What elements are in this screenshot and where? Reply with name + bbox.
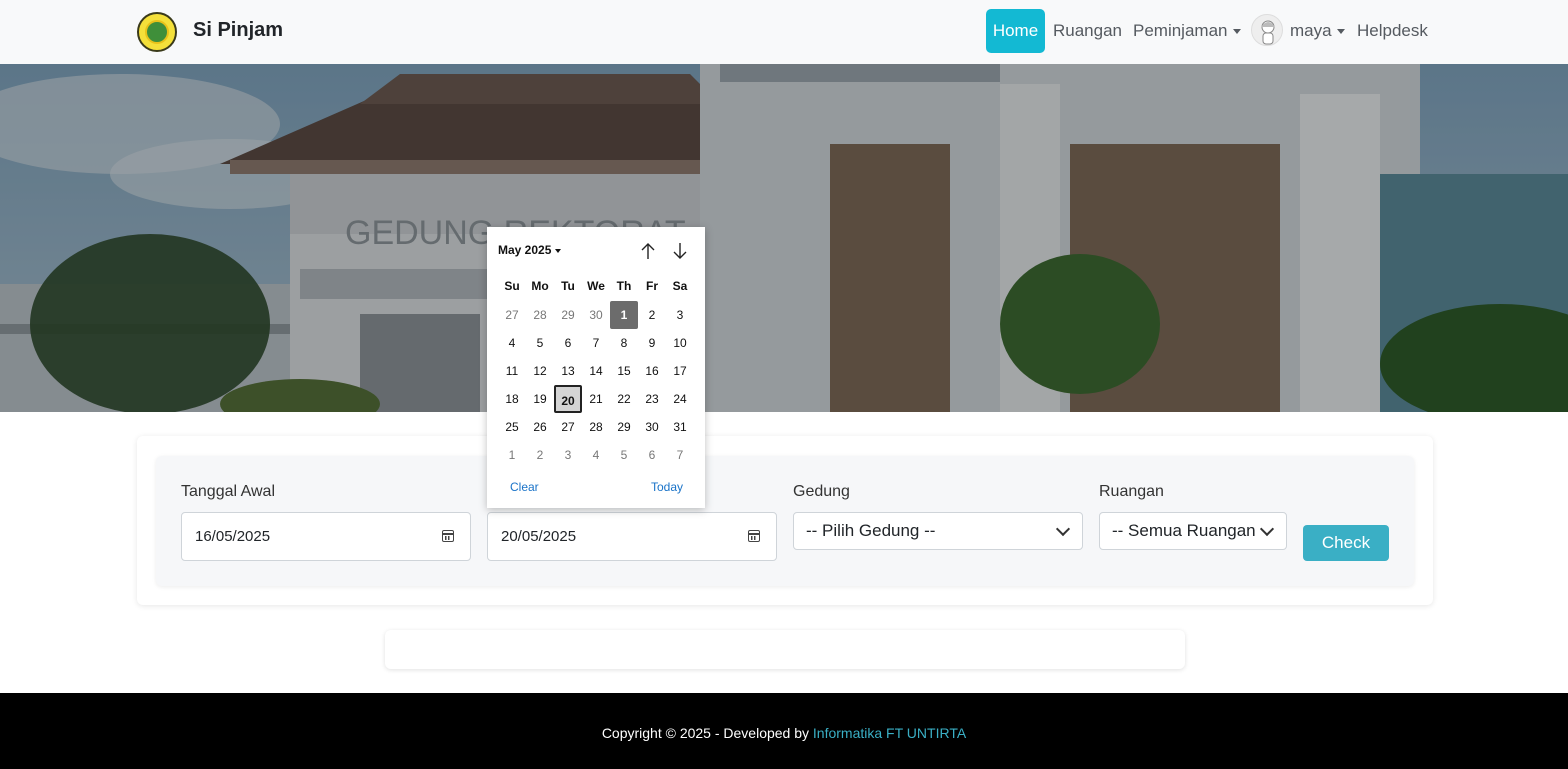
calendar-day[interactable]: 1 — [498, 441, 526, 469]
start-date-value: 16/05/2025 — [195, 528, 271, 545]
caret-down-icon — [1336, 29, 1345, 35]
calendar-day[interactable]: 24 — [666, 385, 694, 413]
calendar-day[interactable]: 7 — [582, 329, 610, 357]
calendar-day[interactable]: 11 — [498, 357, 526, 385]
calendar-day[interactable]: 3 — [554, 441, 582, 469]
weekday-header: Mo — [531, 279, 549, 293]
building-select[interactable]: -- Pilih Gedung -- — [793, 512, 1083, 550]
arrow-down-icon[interactable] — [672, 241, 688, 261]
nav-helpdesk[interactable]: Helpdesk — [1357, 9, 1428, 53]
start-date-label: Tanggal Awal — [181, 483, 275, 500]
calendar-day[interactable]: 17 — [666, 357, 694, 385]
brand-name[interactable]: Si Pinjam — [193, 19, 283, 42]
calendar-day[interactable]: 4 — [582, 441, 610, 469]
room-select[interactable]: -- Semua Ruangan -- — [1099, 512, 1287, 550]
room-label: Ruangan — [1099, 483, 1164, 500]
caret-down-icon — [1232, 29, 1241, 35]
datepicker-popup: May 2025 Su Mo Tu We Th Fr Sa 27 28 29 30 1 2 3 4 5 6 7 8… — [487, 227, 705, 508]
building-select-value: -- Pilih Gedung -- — [806, 521, 936, 540]
calendar-icon[interactable] — [442, 530, 454, 542]
room-select-value: -- Semua Ruangan -- — [1112, 521, 1272, 540]
calendar-day[interactable]: 5 — [526, 329, 554, 357]
calendar-day[interactable]: 27 — [554, 413, 582, 441]
weekday-header: Sa — [672, 279, 688, 293]
calendar-day[interactable]: 1 — [610, 301, 638, 329]
calendar-day[interactable]: 27 — [498, 301, 526, 329]
nav-user-label: maya — [1290, 21, 1332, 40]
footer: Copyright © 2025 - Developed by Informat… — [0, 693, 1568, 769]
datepicker-month-switch[interactable]: May 2025 — [498, 243, 562, 257]
calendar-day[interactable]: 13 — [554, 357, 582, 385]
hero-banner: GEDUNG REKTORAT — [0, 64, 1568, 412]
end-date-value: 20/05/2025 — [501, 528, 577, 545]
weekday-header: We — [587, 279, 605, 293]
hero-building-image: GEDUNG REKTORAT — [0, 64, 1568, 412]
end-date-input[interactable]: 20/05/2025 — [487, 512, 777, 561]
user-avatar[interactable] — [1251, 14, 1283, 46]
building-label: Gedung — [793, 483, 850, 500]
calendar-day[interactable]: 4 — [498, 329, 526, 357]
calendar-day[interactable]: 7 — [666, 441, 694, 469]
calendar-day[interactable]: 3 — [666, 301, 694, 329]
caret-down-icon — [555, 248, 562, 253]
check-button[interactable]: Check — [1303, 525, 1389, 561]
calendar-day[interactable]: 20 — [554, 385, 582, 413]
datepicker-clear-button[interactable]: Clear — [510, 480, 539, 494]
calendar-day[interactable]: 21 — [582, 385, 610, 413]
nav-peminjaman-label: Peminjaman — [1133, 21, 1228, 40]
calendar-day[interactable]: 23 — [638, 385, 666, 413]
calendar-icon[interactable] — [748, 530, 760, 542]
arrow-up-icon[interactable] — [640, 241, 656, 261]
calendar-day[interactable]: 26 — [526, 413, 554, 441]
calendar-day[interactable]: 28 — [526, 301, 554, 329]
calendar-day[interactable]: 12 — [526, 357, 554, 385]
calendar-day[interactable]: 6 — [638, 441, 666, 469]
weekday-header: Th — [616, 279, 632, 293]
calendar-day[interactable]: 31 — [666, 413, 694, 441]
calendar-day[interactable]: 29 — [610, 413, 638, 441]
calendar-day[interactable]: 8 — [610, 329, 638, 357]
weekday-header: Tu — [561, 279, 575, 293]
calendar-day[interactable]: 18 — [498, 385, 526, 413]
calendar-day[interactable]: 30 — [638, 413, 666, 441]
start-date-input[interactable]: 16/05/2025 — [181, 512, 471, 561]
university-logo-icon[interactable] — [137, 12, 177, 52]
calendar-day[interactable]: 30 — [582, 301, 610, 329]
nav-user-dropdown[interactable]: maya — [1290, 9, 1345, 53]
calendar-day[interactable]: 28 — [582, 413, 610, 441]
developer-link[interactable]: Informatika FT UNTIRTA — [813, 725, 966, 741]
copyright-text: Copyright © 2025 - Developed by — [601, 725, 813, 741]
calendar-day[interactable]: 2 — [638, 301, 666, 329]
nav-peminjaman-dropdown[interactable]: Peminjaman — [1133, 9, 1241, 53]
calendar-day[interactable]: 22 — [610, 385, 638, 413]
calendar-day[interactable]: 2 — [526, 441, 554, 469]
chevron-down-icon — [1055, 521, 1071, 537]
calendar-day[interactable]: 25 — [498, 413, 526, 441]
calendar-day[interactable]: 10 — [666, 329, 694, 357]
calendar-day[interactable]: 16 — [638, 357, 666, 385]
nav-ruangan[interactable]: Ruangan — [1053, 9, 1122, 53]
calendar-day[interactable]: 19 — [526, 385, 554, 413]
weekday-header: Su — [504, 279, 520, 293]
calendar-day[interactable]: 6 — [554, 329, 582, 357]
calendar-day[interactable]: 14 — [582, 357, 610, 385]
calendar-day[interactable]: 5 — [610, 441, 638, 469]
weekday-header: Fr — [646, 279, 658, 293]
datepicker-month-label: May 2025 — [498, 243, 552, 257]
results-card — [385, 630, 1185, 669]
navbar: Si Pinjam Home Ruangan Peminjaman maya H… — [0, 0, 1568, 64]
calendar-day[interactable]: 15 — [610, 357, 638, 385]
datepicker-today-button[interactable]: Today — [651, 480, 683, 494]
calendar-day[interactable]: 9 — [638, 329, 666, 357]
calendar-day[interactable]: 29 — [554, 301, 582, 329]
footer-text: Copyright © 2025 - Developed by Informat… — [0, 725, 1568, 741]
nav-home[interactable]: Home — [986, 9, 1045, 53]
